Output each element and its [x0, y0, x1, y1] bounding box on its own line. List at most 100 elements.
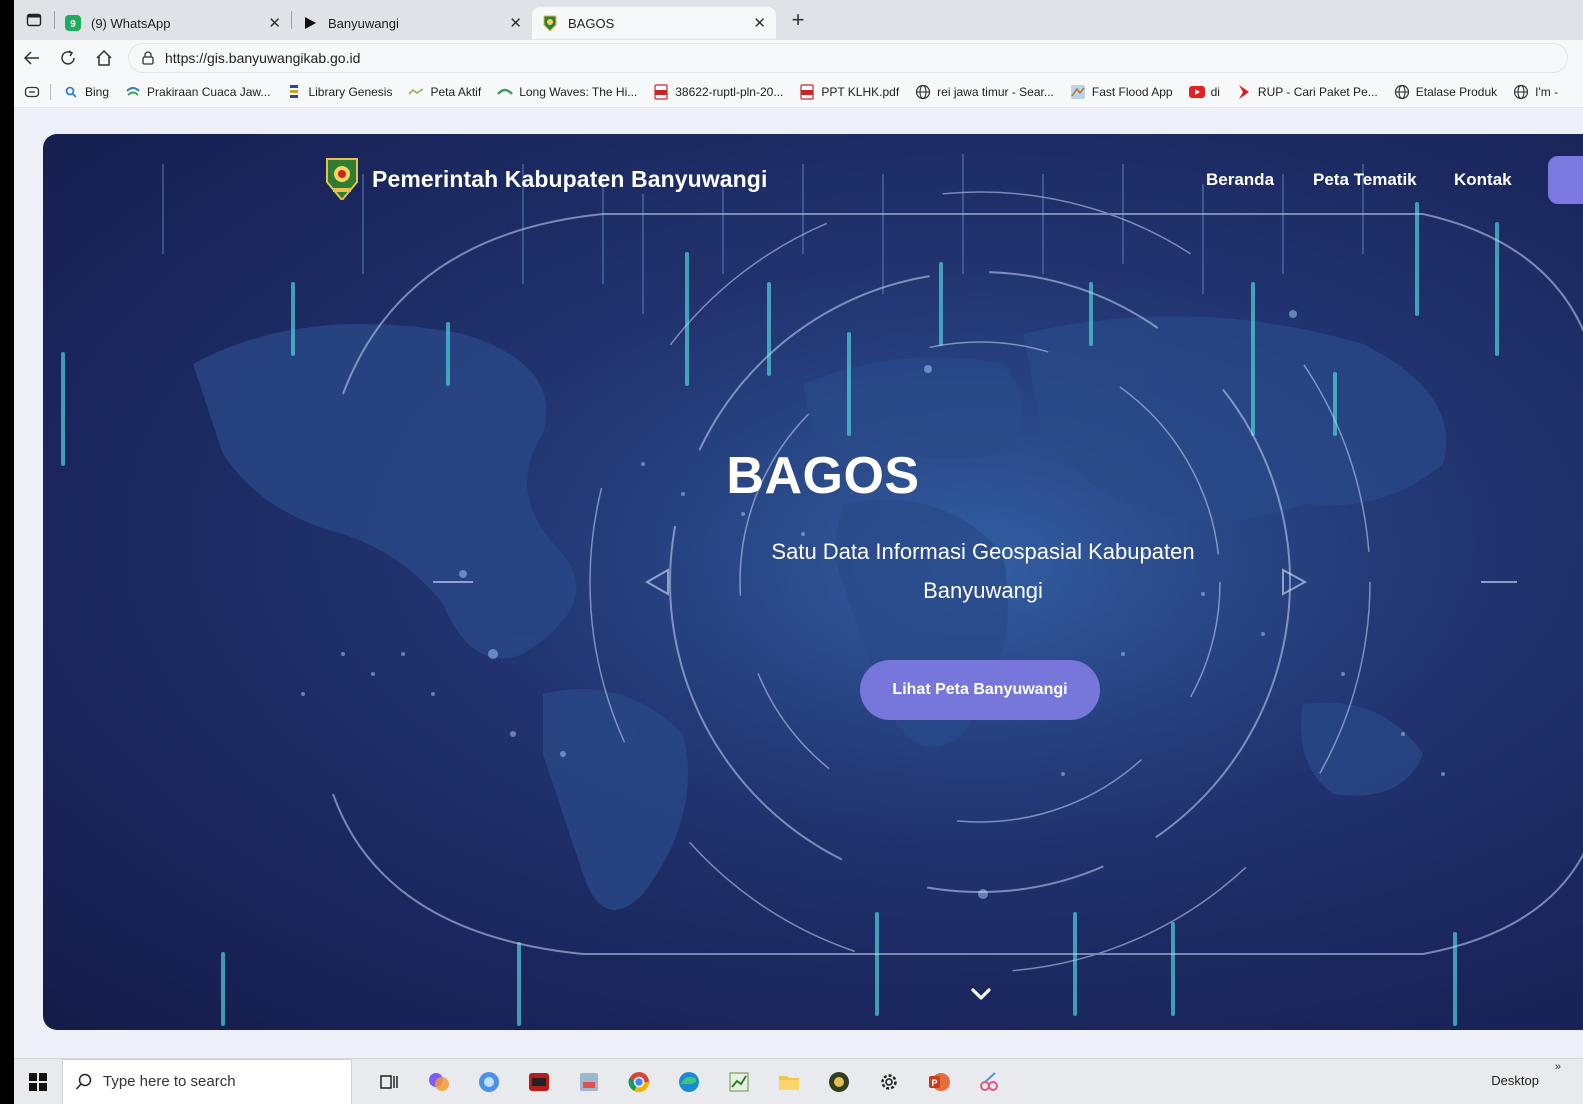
- app-icon: [1070, 84, 1086, 100]
- close-tab-icon[interactable]: ✕: [509, 14, 522, 32]
- new-tab-button[interactable]: +: [782, 4, 814, 36]
- bookmark-label: 38622-ruptl-pln-20...: [675, 84, 784, 99]
- desktop-toolbar-label[interactable]: Desktop: [1491, 1073, 1539, 1088]
- site-title[interactable]: Pemerintah Kabupaten Banyuwangi: [372, 166, 767, 193]
- tab-label: BAGOS: [568, 15, 615, 31]
- left-window-edge: [0, 0, 14, 1104]
- lock-icon[interactable]: [141, 51, 155, 65]
- bookmark-label: Library Genesis: [308, 84, 393, 99]
- site-logo-icon: [542, 15, 558, 31]
- snipping-tool-icon[interactable]: [964, 1059, 1014, 1104]
- refresh-icon[interactable]: [50, 40, 86, 76]
- tab-whatsapp[interactable]: 9 (9) WhatsApp ✕: [55, 7, 291, 39]
- play-icon: [302, 15, 318, 31]
- youtube-icon: [1188, 84, 1205, 100]
- close-tab-icon[interactable]: ✕: [753, 14, 766, 32]
- home-icon[interactable]: [86, 40, 122, 76]
- back-icon[interactable]: [14, 40, 50, 76]
- pdf-icon: [653, 83, 669, 100]
- tab-bagos[interactable]: BAGOS ✕: [532, 7, 776, 39]
- chart-app-icon[interactable]: [714, 1059, 764, 1104]
- tab-label: (9) WhatsApp: [91, 15, 171, 31]
- bookmark-label: Peta Aktif: [430, 84, 482, 99]
- collections-icon[interactable]: [24, 84, 40, 100]
- site-header: Pemerintah Kabupaten Banyuwangi Beranda …: [43, 134, 1583, 226]
- bookmark-item[interactable]: 38622-ruptl-pln-20...: [653, 83, 784, 100]
- hero-subtitle: Satu Data Informasi Geospasial Kabupaten…: [771, 539, 1195, 603]
- bookmark-label: rei jawa timur - Sear...: [937, 84, 1054, 99]
- navigation-bar: https://gis.banyuwangikab.go.id: [14, 40, 1583, 76]
- hero-section: Pemerintah Kabupaten Banyuwangi Beranda …: [43, 134, 1583, 1030]
- bookmark-item[interactable]: rei jawa timur - Sear...: [915, 84, 1054, 100]
- bookmark-label: Prakiraan Cuaca Jaw...: [147, 84, 271, 99]
- banyuwangi-logo-icon[interactable]: [325, 156, 359, 202]
- globe-icon: [1513, 84, 1529, 100]
- copilot-icon[interactable]: [414, 1059, 464, 1104]
- file-explorer-icon[interactable]: [764, 1059, 814, 1104]
- nav-kontak[interactable]: Kontak: [1454, 170, 1512, 190]
- edge-icon[interactable]: [664, 1059, 714, 1104]
- tab-banyuwangi[interactable]: Banyuwangi ✕: [292, 7, 532, 39]
- page-content: Pemerintah Kabupaten Banyuwangi Beranda …: [14, 108, 1583, 1058]
- bookmark-item[interactable]: I'm -: [1513, 84, 1558, 100]
- wave-icon: [497, 84, 514, 100]
- chrome-icon[interactable]: [614, 1059, 664, 1104]
- library-icon: [286, 84, 302, 100]
- browser-app-icon[interactable]: [464, 1059, 514, 1104]
- hero-title: BAGOS: [726, 447, 920, 505]
- emblem-app-icon[interactable]: [814, 1059, 864, 1104]
- bookmark-item[interactable]: Peta Aktif: [408, 84, 481, 100]
- close-tab-icon[interactable]: ✕: [268, 14, 281, 32]
- chevron-down-icon[interactable]: [967, 982, 995, 1006]
- bookmark-item[interactable]: Fast Flood App: [1070, 84, 1173, 100]
- image-app-icon[interactable]: [564, 1059, 614, 1104]
- arrow-icon: [1236, 84, 1252, 100]
- media-app-icon[interactable]: [514, 1059, 564, 1104]
- map-icon: [408, 84, 424, 100]
- bookmarks-bar: Bing Prakiraan Cuaca Jaw... Library Gene…: [14, 76, 1583, 108]
- bookmark-item[interactable]: Long Waves: The Hi...: [497, 84, 637, 100]
- screen: k n l 9 (9) WhatsApp ✕ Banyuwangi ✕ BAG: [0, 0, 1583, 1104]
- search-placeholder: Type here to search: [103, 1073, 236, 1090]
- weather-icon: [125, 84, 141, 100]
- search-icon: [75, 1073, 93, 1091]
- bookmark-item[interactable]: Etalase Produk: [1394, 84, 1497, 100]
- header-cta-button[interactable]: [1548, 156, 1583, 204]
- bookmark-label: Fast Flood App: [1091, 84, 1173, 99]
- nav-beranda[interactable]: Beranda: [1206, 170, 1274, 190]
- whatsapp-icon: 9: [65, 15, 81, 31]
- bookmark-label: Bing: [85, 84, 110, 99]
- bookmark-label: RUP - Cari Paket Pe...: [1257, 84, 1378, 99]
- bookmark-label: I'm -: [1535, 84, 1559, 99]
- pdf-icon: [799, 83, 815, 100]
- bookmark-item[interactable]: Prakiraan Cuaca Jaw...: [125, 84, 270, 100]
- powerpoint-icon[interactable]: P: [914, 1059, 964, 1104]
- windows-start-icon[interactable]: [14, 1059, 62, 1104]
- bookmark-label: Etalase Produk: [1415, 84, 1498, 99]
- globe-icon: [915, 84, 931, 100]
- svg-text:P: P: [931, 1078, 937, 1088]
- tab-actions-icon[interactable]: [14, 0, 54, 40]
- bookmark-item[interactable]: Bing: [63, 84, 109, 100]
- windows-taskbar: Type here to search P Desktop »: [14, 1058, 1583, 1104]
- background-text-3: l: [0, 810, 8, 902]
- url-text: https://gis.banyuwangikab.go.id: [165, 50, 361, 66]
- bookmark-item[interactable]: di: [1188, 84, 1220, 100]
- globe-icon: [1394, 84, 1410, 100]
- more-toolbar-icon[interactable]: »: [1555, 1061, 1561, 1073]
- address-bar[interactable]: https://gis.banyuwangikab.go.id: [128, 43, 1568, 73]
- bookmark-item[interactable]: PPT KLHK.pdf: [799, 83, 900, 100]
- tab-bar: 9 (9) WhatsApp ✕ Banyuwangi ✕ BAGOS ✕ +: [14, 0, 1583, 40]
- bookmark-label: PPT KLHK.pdf: [821, 84, 900, 99]
- view-map-button[interactable]: Lihat Peta Banyuwangi: [860, 660, 1100, 720]
- nav-peta-tematik[interactable]: Peta Tematik: [1313, 170, 1417, 190]
- task-view-icon[interactable]: [364, 1059, 414, 1104]
- svg-text:9: 9: [70, 19, 76, 30]
- tab-label: Banyuwangi: [328, 15, 399, 31]
- bookmark-label: Long Waves: The Hi...: [519, 84, 638, 99]
- bookmark-item[interactable]: RUP - Cari Paket Pe...: [1236, 84, 1378, 100]
- taskbar-search-input[interactable]: Type here to search: [62, 1058, 352, 1104]
- search-icon: [63, 84, 79, 100]
- settings-gear-icon[interactable]: [864, 1059, 914, 1104]
- bookmark-item[interactable]: Library Genesis: [286, 84, 392, 100]
